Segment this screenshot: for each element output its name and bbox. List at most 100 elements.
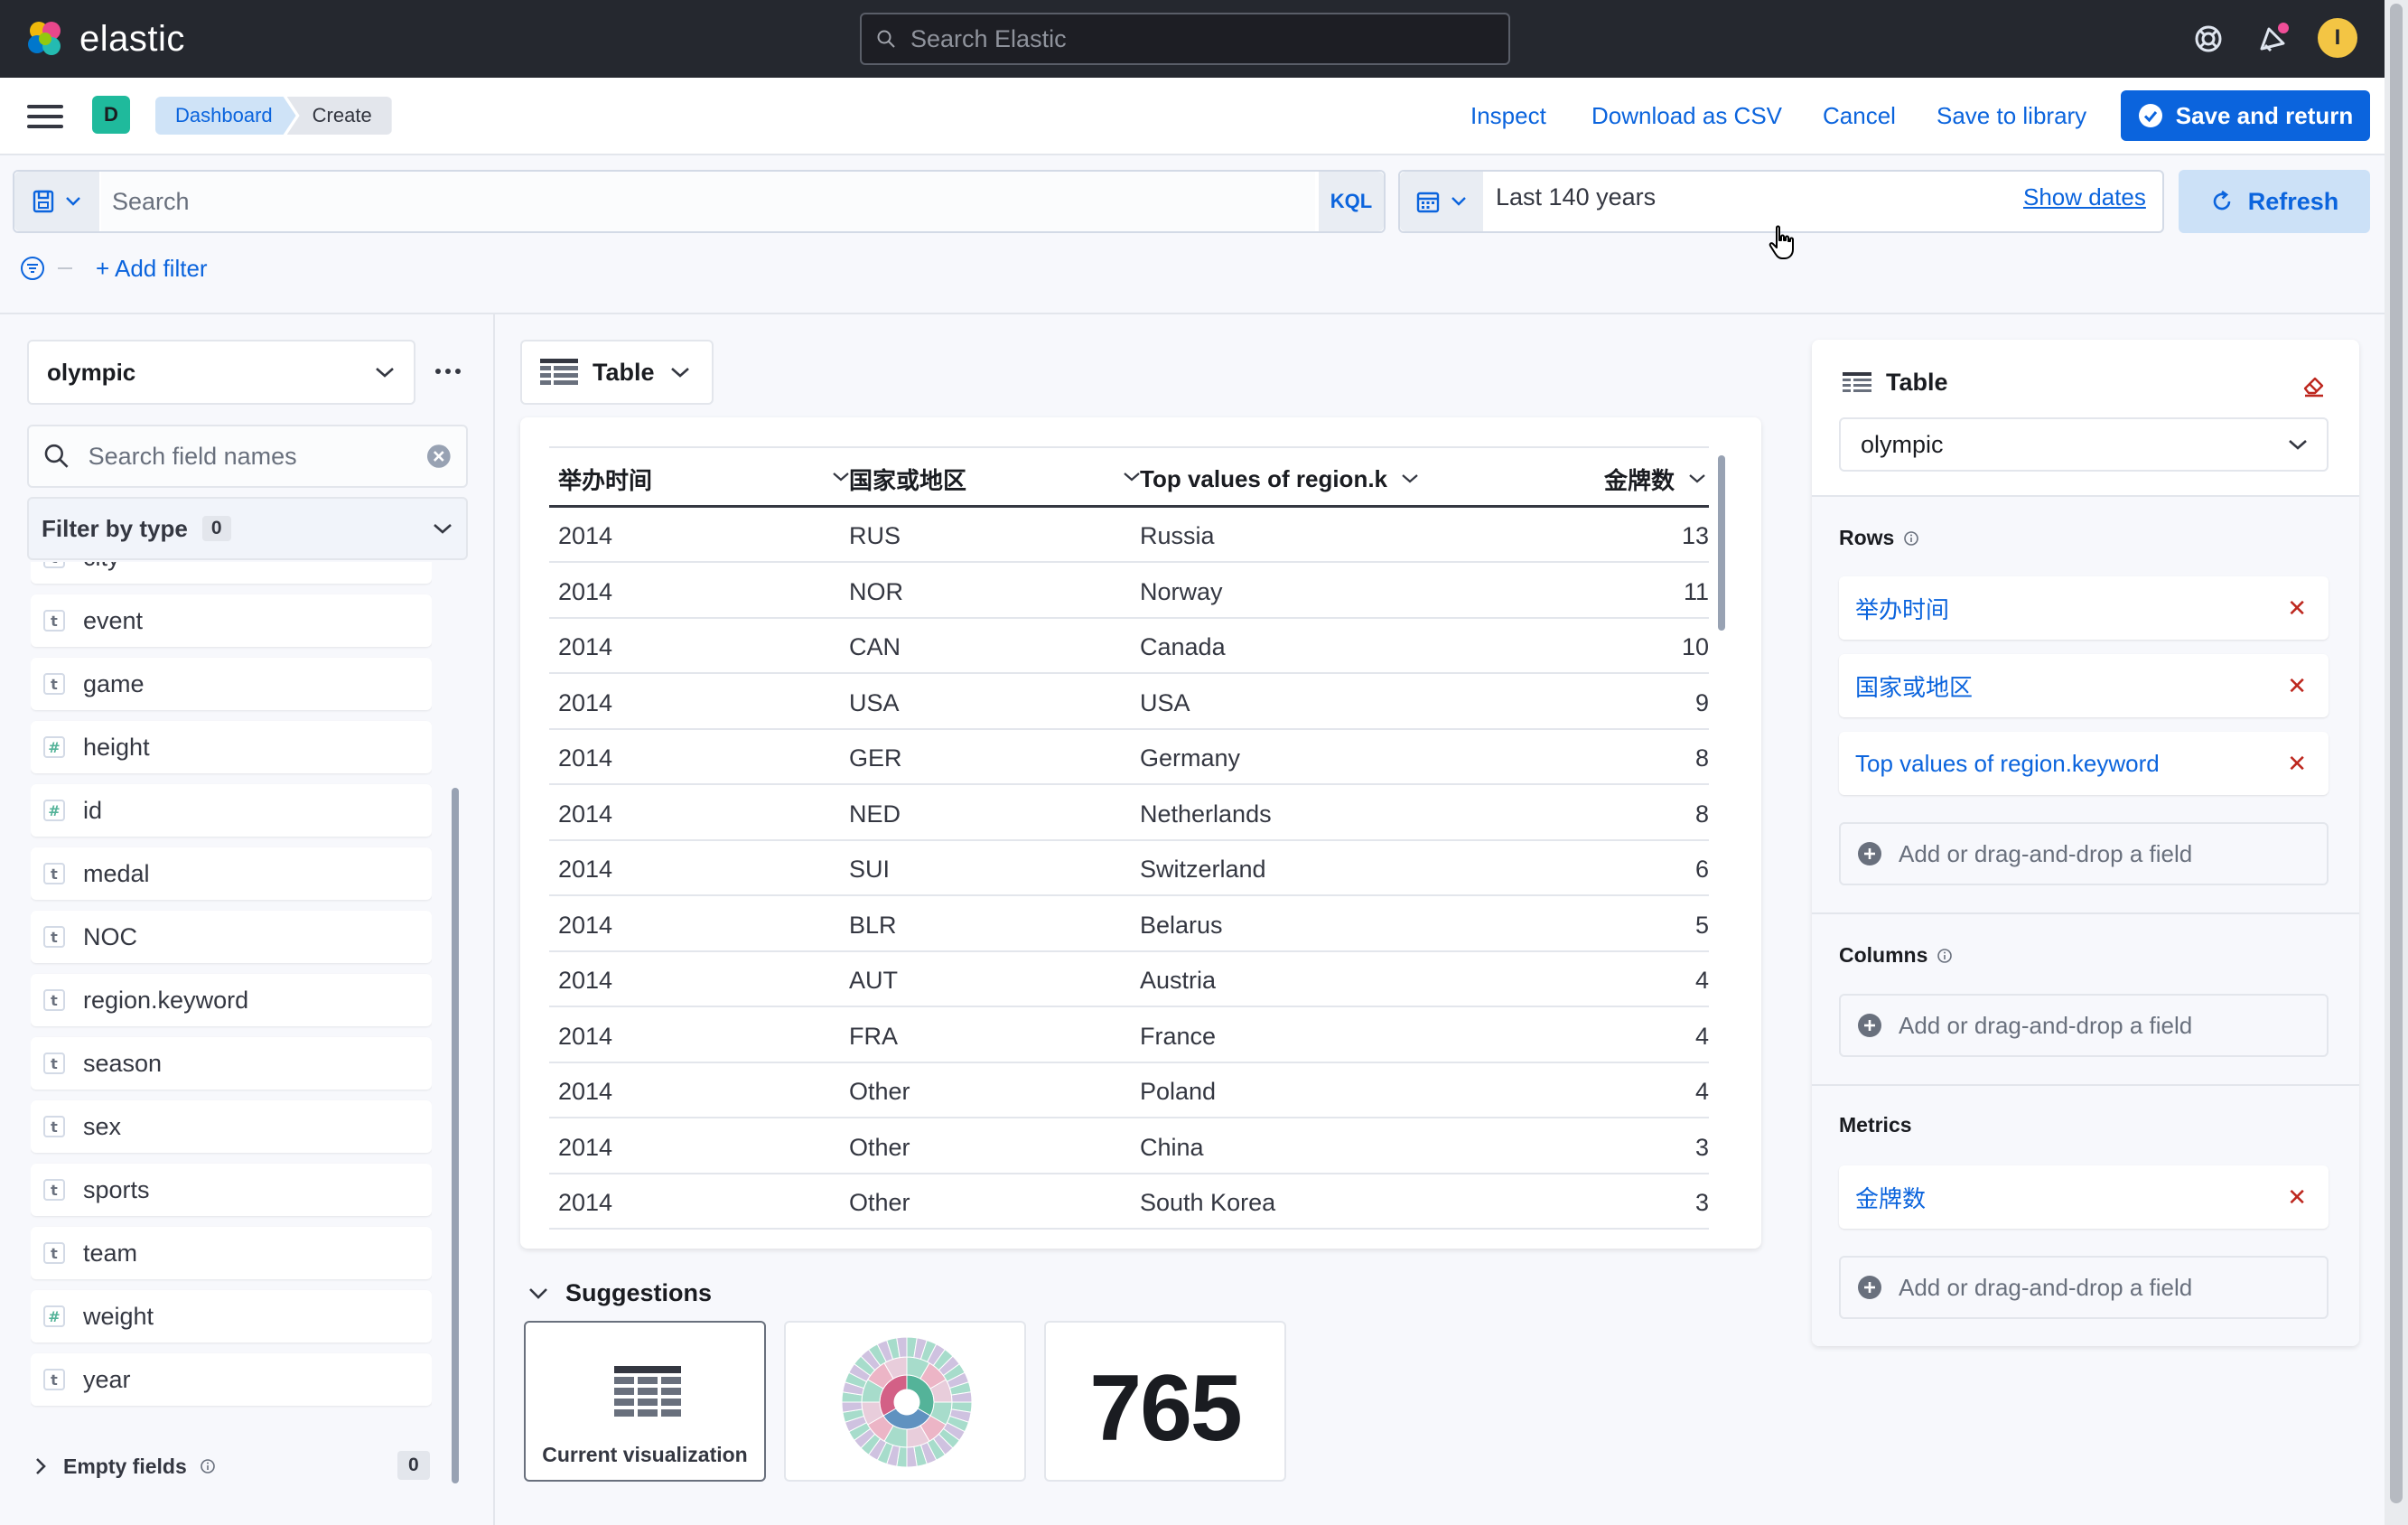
field-list-item[interactable]: t event: [31, 594, 432, 647]
download-csv-link[interactable]: Download as CSV: [1591, 99, 1782, 132]
row-dimension-item[interactable]: 举办时间 ✕: [1839, 576, 2329, 640]
newsfeed-icon[interactable]: [2254, 20, 2292, 58]
field-list-item[interactable]: t city: [31, 562, 432, 584]
suggestion-current-visualization[interactable]: Current visualization: [524, 1321, 766, 1482]
visualization-type-picker[interactable]: Table: [520, 340, 714, 405]
plus-circle-icon: [1858, 1014, 1881, 1037]
suggestion-metric[interactable]: 765: [1044, 1321, 1286, 1482]
chevron-down-icon[interactable]: [1122, 470, 1142, 484]
remove-icon[interactable]: ✕: [2287, 752, 2307, 775]
clear-icon[interactable]: [426, 444, 452, 469]
field-list-item[interactable]: t NOC: [31, 911, 432, 963]
remove-icon[interactable]: ✕: [2287, 596, 2307, 620]
clear-layer-icon[interactable]: [2300, 370, 2329, 399]
search-icon: [44, 444, 69, 468]
field-list-item[interactable]: t team: [31, 1227, 432, 1279]
field-search-box[interactable]: [27, 425, 468, 488]
column-header-country[interactable]: 国家或地区: [849, 461, 966, 497]
string-type-icon: t: [43, 1179, 65, 1201]
inspect-link[interactable]: Inspect: [1470, 99, 1546, 132]
field-name: height: [83, 733, 150, 761]
chevron-down-icon: [434, 524, 452, 534]
field-list-item[interactable]: t sex: [31, 1100, 432, 1153]
table-row: 2014 SUI Switzerland 6: [549, 841, 1709, 896]
field-list-scrollbar[interactable]: [452, 788, 459, 1483]
plus-circle-icon: [1858, 1276, 1881, 1299]
breadcrumb-dashboard[interactable]: Dashboard: [155, 97, 296, 135]
column-header-region[interactable]: Top values of region.k: [1140, 461, 1420, 497]
save-and-return-button[interactable]: Save and return: [2121, 90, 2370, 141]
column-header-gold-medals[interactable]: 金牌数: [1604, 461, 1707, 497]
metric-item[interactable]: 金牌数 ✕: [1839, 1165, 2329, 1229]
empty-fields-section[interactable]: Empty fields: [31, 1447, 435, 1485]
table-header-row: 举办时间 国家或地区 Top values of region.k 金牌数: [549, 446, 1709, 508]
table-row: 2014 AUT Austria 4: [549, 952, 1709, 1007]
space-avatar[interactable]: D: [92, 96, 130, 134]
table-icon: [614, 1366, 681, 1417]
metrics-add-field[interactable]: Add or drag-and-drop a field: [1839, 1256, 2329, 1319]
layer-data-view-picker[interactable]: olympic: [1839, 417, 2329, 472]
metrics-label: Metrics: [1839, 1113, 1912, 1137]
table-cell: BLR: [849, 911, 897, 939]
remove-icon[interactable]: ✕: [2287, 1185, 2307, 1209]
suggestion-current-label: Current visualization: [542, 1443, 748, 1466]
row-dimension-item[interactable]: 国家或地区 ✕: [1839, 654, 2329, 717]
string-type-icon: t: [43, 1369, 65, 1390]
field-list-item[interactable]: # id: [31, 784, 432, 837]
columns-add-field[interactable]: Add or drag-and-drop a field: [1839, 994, 2329, 1057]
row-dimension-item[interactable]: Top values of region.keyword ✕: [1839, 732, 2329, 795]
field-list-item[interactable]: # weight: [31, 1290, 432, 1343]
chevron-down-icon: [529, 1287, 547, 1299]
filter-menu-icon[interactable]: [18, 254, 47, 283]
chevron-down-icon[interactable]: [831, 470, 851, 484]
table-cell: 2014: [558, 1078, 613, 1105]
table-cell: 2014: [558, 1022, 613, 1050]
field-list-item[interactable]: t sports: [31, 1164, 432, 1216]
more-options-icon[interactable]: [432, 358, 464, 385]
field-list-item[interactable]: t year: [31, 1353, 432, 1406]
remove-icon[interactable]: ✕: [2287, 674, 2307, 697]
table-row: 2014 BLR Belarus 5: [549, 897, 1709, 952]
column-header-year[interactable]: 举办时间: [558, 461, 652, 497]
saved-query-menu-button[interactable]: [14, 172, 99, 231]
user-avatar[interactable]: I: [2318, 18, 2357, 58]
global-search-box[interactable]: [860, 13, 1510, 65]
suggestion-sunburst[interactable]: [784, 1321, 1026, 1482]
field-list: tcity tevent tgame #height #id tmedal tNOC treg…: [31, 562, 432, 1409]
cancel-link[interactable]: Cancel: [1823, 99, 1896, 132]
field-list-item[interactable]: # height: [31, 721, 432, 773]
rows-add-field[interactable]: Add or drag-and-drop a field: [1839, 822, 2329, 885]
global-search-input[interactable]: [910, 24, 1470, 53]
query-language-button[interactable]: KQL: [1319, 172, 1384, 231]
table-scrollbar[interactable]: [1718, 455, 1725, 631]
refresh-button[interactable]: Refresh: [2179, 170, 2370, 233]
table-cell: Other: [849, 1133, 910, 1161]
layer-title: Table: [1843, 369, 1948, 397]
help-icon[interactable]: [2189, 20, 2227, 58]
table-cell: RUS: [849, 522, 901, 549]
page-scrollbar[interactable]: [2390, 4, 2403, 1503]
save-to-library-link[interactable]: Save to library: [1937, 99, 2086, 132]
table-cell: 4: [1694, 1022, 1709, 1050]
field-search-input[interactable]: [88, 442, 409, 471]
suggestions-toggle[interactable]: Suggestions: [527, 1279, 712, 1307]
add-filter-button[interactable]: + Add filter: [96, 255, 208, 283]
empty-fields-label: Empty fields: [63, 1454, 187, 1478]
menu-icon[interactable]: [27, 101, 63, 132]
filter-by-type-dropdown[interactable]: Filter by type 0: [27, 497, 468, 560]
field-list-item[interactable]: t medal: [31, 847, 432, 900]
field-list-item[interactable]: t season: [31, 1037, 432, 1090]
table-cell: Russia: [1140, 522, 1215, 549]
field-list-item[interactable]: t region.keyword: [31, 974, 432, 1026]
field-list-item[interactable]: t game: [31, 658, 432, 710]
layer-title-label: Table: [1886, 369, 1948, 396]
show-dates-link[interactable]: Show dates: [2023, 183, 2146, 211]
data-view-picker[interactable]: olympic: [27, 340, 415, 405]
save-icon: [33, 190, 54, 213]
table-cell: France: [1140, 1022, 1217, 1050]
column-header-label: 国家或地区: [849, 466, 967, 494]
elastic-logo[interactable]: elastic: [25, 16, 185, 61]
date-quick-menu-button[interactable]: [1400, 172, 1483, 231]
query-input[interactable]: [101, 172, 1315, 231]
date-range-text[interactable]: Last 140 years: [1496, 183, 1656, 211]
